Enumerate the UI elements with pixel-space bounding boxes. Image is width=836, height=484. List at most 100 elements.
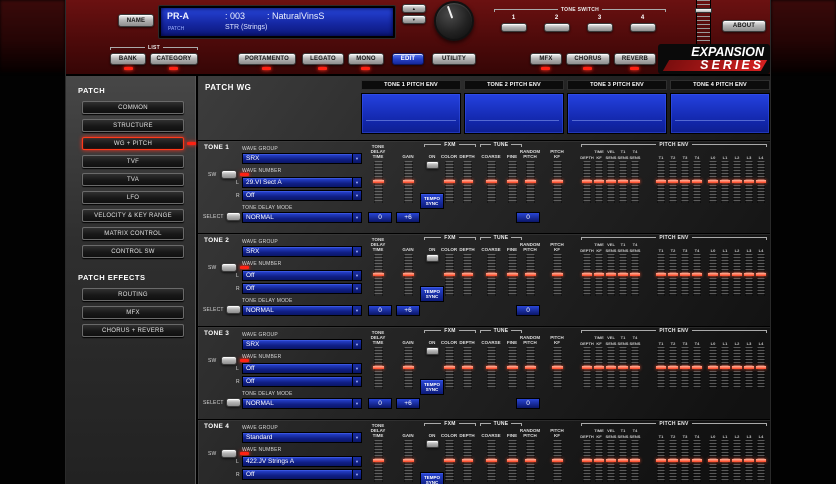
env-l0-slider[interactable] bbox=[708, 440, 718, 482]
env-l0-slider[interactable] bbox=[708, 347, 718, 389]
sidebar-item[interactable]: CHORUS + REVERB bbox=[82, 324, 184, 337]
env-l2-slider[interactable] bbox=[732, 254, 742, 296]
wave-number-right-dropdown[interactable]: Off ▼ bbox=[242, 283, 362, 294]
random-pitch-value[interactable]: 0 bbox=[516, 212, 540, 223]
env-t3-slider[interactable] bbox=[680, 347, 690, 389]
tone-delay-time-slider[interactable] bbox=[372, 347, 384, 389]
env-depth-slider[interactable] bbox=[582, 347, 592, 389]
sidebar-item[interactable]: WG + PITCH bbox=[82, 137, 196, 150]
env-depth-slider[interactable] bbox=[582, 254, 592, 296]
random-pitch-slider[interactable] bbox=[524, 254, 536, 296]
env-t4-slider[interactable] bbox=[692, 254, 702, 296]
gain-slider[interactable] bbox=[402, 347, 414, 389]
wave-number-left-dropdown[interactable]: 29.VI Sect A ▼ bbox=[242, 177, 362, 188]
tone-sw-button[interactable] bbox=[221, 263, 237, 272]
tone-delay-time-value[interactable]: 0 bbox=[368, 305, 392, 316]
fxm-color-slider[interactable] bbox=[443, 161, 455, 203]
env-t4-sens-slider[interactable] bbox=[630, 440, 640, 482]
legato-button[interactable]: LEGATO bbox=[302, 53, 344, 65]
env-t2-slider[interactable] bbox=[668, 161, 678, 203]
tone-delay-mode-dropdown[interactable]: NORMAL ▼ bbox=[242, 212, 362, 223]
gain-slider[interactable] bbox=[402, 440, 414, 482]
env-l4-slider[interactable] bbox=[756, 440, 766, 482]
utility-button[interactable]: UTILITY bbox=[432, 53, 476, 65]
tone-sw-button[interactable] bbox=[221, 449, 237, 458]
wave-number-right-dropdown[interactable]: Off ▼ bbox=[242, 190, 362, 201]
env-l4-slider[interactable] bbox=[756, 161, 766, 203]
env-vel-sens-slider[interactable] bbox=[606, 440, 616, 482]
env-t4-slider[interactable] bbox=[692, 347, 702, 389]
tempo-sync-button[interactable]: TEMPO SYNC bbox=[420, 286, 444, 302]
env-t3-slider[interactable] bbox=[680, 254, 690, 296]
tone-switch-button[interactable] bbox=[543, 23, 570, 32]
env-l1-slider[interactable] bbox=[720, 440, 730, 482]
gain-value[interactable]: +6 bbox=[396, 398, 420, 409]
fxm-color-slider[interactable] bbox=[443, 440, 455, 482]
env-t1-slider[interactable] bbox=[656, 347, 666, 389]
edit-button[interactable]: EDIT bbox=[392, 53, 424, 65]
env-l1-slider[interactable] bbox=[720, 254, 730, 296]
sidebar-item[interactable]: LFO bbox=[82, 191, 184, 204]
tone-select-button[interactable] bbox=[226, 305, 241, 314]
tone-switch-button[interactable] bbox=[629, 23, 656, 32]
tone-select-button[interactable] bbox=[226, 212, 241, 221]
sidebar-item[interactable]: COMMON bbox=[82, 101, 184, 114]
gain-value[interactable]: +6 bbox=[396, 305, 420, 316]
env-time-kf-slider[interactable] bbox=[594, 161, 604, 203]
tone-sw-button[interactable] bbox=[221, 170, 237, 179]
wave-number-left-dropdown[interactable]: Off ▼ bbox=[242, 270, 362, 281]
sidebar-item[interactable]: MFX bbox=[82, 306, 184, 319]
coarse-tune-slider[interactable] bbox=[485, 254, 497, 296]
tone-delay-time-slider[interactable] bbox=[372, 254, 384, 296]
env-l1-slider[interactable] bbox=[720, 161, 730, 203]
env-t1-sens-slider[interactable] bbox=[618, 254, 628, 296]
env-t4-sens-slider[interactable] bbox=[630, 254, 640, 296]
env-l1-slider[interactable] bbox=[720, 347, 730, 389]
chorus-button[interactable]: CHORUS bbox=[566, 53, 610, 65]
env-t3-slider[interactable] bbox=[680, 440, 690, 482]
fxm-on-button[interactable] bbox=[425, 440, 439, 448]
env-t1-sens-slider[interactable] bbox=[618, 347, 628, 389]
env-t1-sens-slider[interactable] bbox=[618, 161, 628, 203]
tone-delay-time-value[interactable]: 0 bbox=[368, 212, 392, 223]
mfx-button[interactable]: MFX bbox=[530, 53, 562, 65]
gain-slider[interactable] bbox=[402, 161, 414, 203]
tempo-sync-button[interactable]: TEMPO SYNC bbox=[420, 379, 444, 395]
sidebar-item[interactable]: TVA bbox=[82, 173, 184, 186]
wave-group-dropdown[interactable]: Standard ▼ bbox=[242, 432, 362, 443]
tone-delay-time-value[interactable]: 0 bbox=[368, 398, 392, 409]
pitch-kf-slider[interactable] bbox=[551, 254, 563, 296]
env-l3-slider[interactable] bbox=[744, 161, 754, 203]
tone-switch-button[interactable] bbox=[500, 23, 527, 32]
env-t2-slider[interactable] bbox=[668, 440, 678, 482]
reverb-button[interactable]: REVERB bbox=[614, 53, 656, 65]
fxm-on-button[interactable] bbox=[425, 161, 439, 169]
env-vel-sens-slider[interactable] bbox=[606, 161, 616, 203]
master-level-slider[interactable] bbox=[695, 0, 712, 47]
random-pitch-value[interactable]: 0 bbox=[516, 305, 540, 316]
env-vel-sens-slider[interactable] bbox=[606, 347, 616, 389]
env-vel-sens-slider[interactable] bbox=[606, 254, 616, 296]
env-t4-slider[interactable] bbox=[692, 440, 702, 482]
tone-select-button[interactable] bbox=[226, 398, 241, 407]
env-l3-slider[interactable] bbox=[744, 347, 754, 389]
wave-group-dropdown[interactable]: SRX ▼ bbox=[242, 246, 362, 257]
env-t1-slider[interactable] bbox=[656, 440, 666, 482]
tone-delay-mode-dropdown[interactable]: NORMAL ▼ bbox=[242, 398, 362, 409]
random-pitch-slider[interactable] bbox=[524, 347, 536, 389]
pitch-kf-slider[interactable] bbox=[551, 161, 563, 203]
env-time-kf-slider[interactable] bbox=[594, 440, 604, 482]
sidebar-item[interactable]: CONTROL SW bbox=[82, 245, 184, 258]
env-t1-slider[interactable] bbox=[656, 161, 666, 203]
sidebar-item[interactable]: ROUTING bbox=[82, 288, 184, 301]
coarse-tune-slider[interactable] bbox=[485, 161, 497, 203]
random-pitch-slider[interactable] bbox=[524, 440, 536, 482]
tempo-sync-button[interactable]: TEMPO SYNC bbox=[420, 193, 444, 209]
tone-delay-time-slider[interactable] bbox=[372, 440, 384, 482]
fxm-on-button[interactable] bbox=[425, 254, 439, 262]
env-t1-slider[interactable] bbox=[656, 254, 666, 296]
fxm-on-button[interactable] bbox=[425, 347, 439, 355]
coarse-tune-slider[interactable] bbox=[485, 440, 497, 482]
env-l4-slider[interactable] bbox=[756, 254, 766, 296]
env-time-kf-slider[interactable] bbox=[594, 254, 604, 296]
